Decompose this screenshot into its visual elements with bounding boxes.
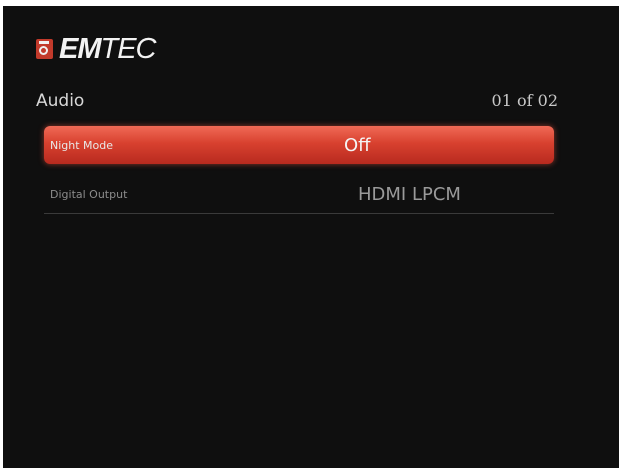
brand-name: EMTEC xyxy=(59,32,157,66)
menu-item-value: Off xyxy=(344,134,371,156)
page-title: Audio xyxy=(36,91,85,111)
tv-screen: EMTEC Audio 01 of 02 Night Mode Off Digi… xyxy=(3,6,619,468)
menu-item-value: HDMI LPCM xyxy=(358,183,461,205)
brand-name-light: TEC xyxy=(100,32,157,65)
menu-item-label: Digital Output xyxy=(50,187,128,201)
speaker-logo-icon xyxy=(36,39,53,59)
brand-name-strong: EM xyxy=(59,32,101,65)
menu-item-digital-output[interactable]: Digital Output HDMI LPCM xyxy=(44,175,554,214)
page-indicator: 01 of 02 xyxy=(491,91,558,110)
menu-item-night-mode[interactable]: Night Mode Off xyxy=(44,126,554,164)
emtec-logo: EMTEC xyxy=(36,32,157,66)
menu-item-label: Night Mode xyxy=(50,138,114,152)
